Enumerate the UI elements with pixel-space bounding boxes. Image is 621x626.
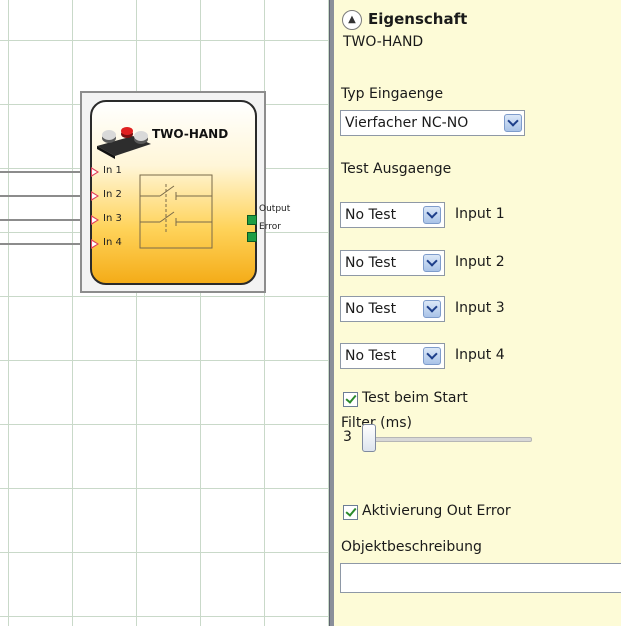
test-row-4-label: Input 4	[455, 347, 505, 363]
typ-eingaenge-value: Vierfacher NC-NO	[345, 115, 469, 131]
filter-slider-thumb[interactable]	[362, 424, 376, 452]
input-label-1: In 1	[103, 165, 122, 176]
dropdown-chevron-icon[interactable]	[423, 206, 441, 224]
test-beim-start-label: Test beim Start	[362, 390, 468, 406]
output-label-error: Error	[259, 222, 281, 232]
test-select-2-value: No Test	[345, 255, 397, 271]
test-row-2-label: Input 2	[455, 254, 505, 270]
input-wire-3[interactable]	[0, 219, 92, 221]
test-select-1[interactable]: No Test	[340, 202, 445, 228]
typ-eingaenge-select[interactable]: Vierfacher NC-NO	[340, 110, 525, 136]
objektbeschreibung-input[interactable]	[340, 563, 621, 593]
dropdown-chevron-icon[interactable]	[423, 254, 441, 272]
test-row-3-label: Input 3	[455, 300, 505, 316]
collapse-up-icon[interactable]: ▲	[342, 10, 362, 30]
input-port-2-arrow-icon[interactable]	[91, 191, 99, 201]
aktivierung-out-error-checkbox[interactable]	[343, 505, 358, 520]
test-select-4[interactable]: No Test	[340, 343, 445, 369]
input-port-3-arrow-icon[interactable]	[91, 215, 99, 225]
diagram-canvas[interactable]: TWO-HAND In 1 In 2 In 3 In 4 Output Erro…	[0, 0, 333, 626]
input-label-4: In 4	[103, 237, 122, 248]
output-port-error[interactable]	[247, 232, 257, 242]
test-select-1-value: No Test	[345, 207, 397, 223]
aktivierung-out-error-label: Aktivierung Out Error	[362, 503, 511, 519]
dropdown-chevron-icon[interactable]	[504, 114, 522, 132]
output-label-output: Output	[259, 204, 291, 214]
input-label-2: In 2	[103, 189, 122, 200]
filter-slider-track[interactable]	[372, 437, 532, 442]
input-label-3: In 3	[103, 213, 122, 224]
switch-schematic-icon	[139, 174, 213, 249]
two-hand-buttons-icon	[97, 127, 151, 159]
block-title: TWO-HAND	[152, 127, 229, 141]
test-select-2[interactable]: No Test	[340, 250, 445, 276]
filter-value: 3	[343, 429, 352, 445]
test-select-4-value: No Test	[345, 348, 397, 364]
test-ausgaenge-label: Test Ausgaenge	[341, 161, 452, 177]
test-select-3-value: No Test	[345, 301, 397, 317]
dropdown-chevron-icon[interactable]	[423, 300, 441, 318]
input-wire-2[interactable]	[0, 195, 92, 197]
dropdown-chevron-icon[interactable]	[423, 347, 441, 365]
test-beim-start-checkbox[interactable]	[343, 392, 358, 407]
input-port-1-arrow-icon[interactable]	[91, 167, 99, 177]
object-name: TWO-HAND	[343, 34, 424, 50]
output-port-output[interactable]	[247, 215, 257, 225]
input-port-4-arrow-icon[interactable]	[91, 239, 99, 249]
test-select-3[interactable]: No Test	[340, 296, 445, 322]
input-wire-4[interactable]	[0, 243, 92, 245]
objektbeschreibung-label: Objektbeschreibung	[341, 539, 482, 555]
panel-header: Eigenschaft	[368, 10, 468, 28]
test-row-1-label: Input 1	[455, 206, 505, 222]
input-wire-1[interactable]	[0, 171, 92, 173]
typ-eingaenge-label: Typ Eingaenge	[341, 86, 444, 102]
